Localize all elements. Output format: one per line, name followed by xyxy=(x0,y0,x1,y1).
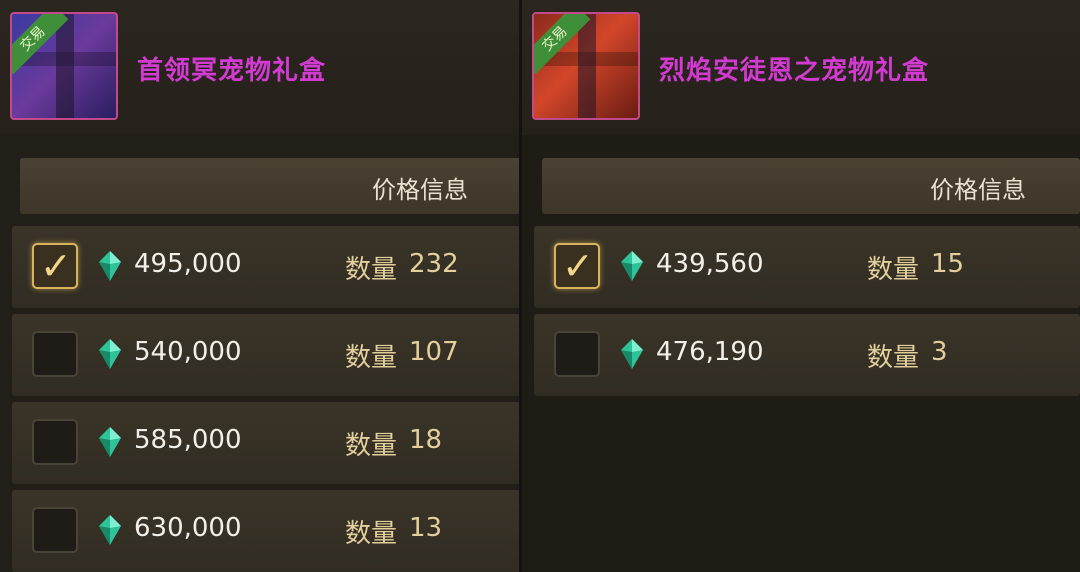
quantity-value: 15 xyxy=(931,249,965,279)
listing-price: 495,000 xyxy=(134,249,242,279)
listing-row[interactable]: 476,190 数量 3 xyxy=(534,314,1080,396)
quantity-value: 3 xyxy=(931,337,948,367)
checkmark-icon: ✓ xyxy=(40,244,72,288)
listing-checkbox[interactable] xyxy=(32,331,78,377)
gem-icon xyxy=(99,339,121,369)
listing-row[interactable]: ✓ 495,000 数量 232 xyxy=(12,226,522,308)
listing-row[interactable]: 540,000 数量 107 xyxy=(12,314,522,396)
listing-price: 439,560 xyxy=(656,249,764,279)
listing-row[interactable]: ✓ 439,560 数量 15 xyxy=(534,226,1080,308)
price-info-label: 价格信息 xyxy=(930,176,1026,204)
gift-band xyxy=(578,14,596,118)
listing-checkbox[interactable] xyxy=(554,331,600,377)
listing-row[interactable]: 585,000 数量 18 xyxy=(12,402,522,484)
pet-gift-box-icon[interactable]: 交易 xyxy=(532,12,640,120)
quantity-label: 数量 xyxy=(345,431,398,461)
gem-icon xyxy=(99,515,121,545)
listing-checkbox[interactable] xyxy=(32,419,78,465)
quantity-value: 107 xyxy=(409,337,459,367)
quantity-label: 数量 xyxy=(345,343,398,373)
quantity-label: 数量 xyxy=(867,255,920,285)
price-info-label: 价格信息 xyxy=(372,176,468,204)
listing-checkbox[interactable]: ✓ xyxy=(554,243,600,289)
listing-price: 630,000 xyxy=(134,513,242,543)
quantity-label: 数量 xyxy=(345,519,398,549)
quantity-value: 232 xyxy=(409,249,459,279)
gift-band xyxy=(56,14,74,118)
price-info-header: 价格信息 xyxy=(542,158,1080,214)
gem-icon xyxy=(621,339,643,369)
gem-icon xyxy=(99,427,121,457)
listing-checkbox[interactable] xyxy=(32,507,78,553)
quantity-value: 13 xyxy=(409,513,443,543)
checkmark-icon: ✓ xyxy=(562,244,594,288)
item-name: 烈焰安徒恩之宠物礼盒 xyxy=(659,56,930,86)
listing-row[interactable]: 630,000 数量 13 xyxy=(12,490,522,572)
quantity-label: 数量 xyxy=(867,343,920,373)
gem-icon xyxy=(99,251,121,281)
listing-price: 476,190 xyxy=(656,337,764,367)
listing-checkbox[interactable]: ✓ xyxy=(32,243,78,289)
item-name: 首领冥宠物礼盒 xyxy=(137,56,327,86)
left-item-panel: 交易 首领冥宠物礼盒 价格信息 ✓ 495,000 数量 232 540,000… xyxy=(0,0,522,572)
price-info-header: 价格信息 xyxy=(20,158,522,214)
right-item-panel: 交易 烈焰安徒恩之宠物礼盒 价格信息 ✓ 439,560 数量 15 476,1… xyxy=(522,0,1080,572)
quantity-label: 数量 xyxy=(345,255,398,285)
listing-price: 540,000 xyxy=(134,337,242,367)
quantity-value: 18 xyxy=(409,425,443,455)
pet-gift-box-icon[interactable]: 交易 xyxy=(10,12,118,120)
listing-price: 585,000 xyxy=(134,425,242,455)
gem-icon xyxy=(621,251,643,281)
item-header: 交易 烈焰安徒恩之宠物礼盒 xyxy=(522,0,1080,135)
item-header: 交易 首领冥宠物礼盒 xyxy=(0,0,522,135)
